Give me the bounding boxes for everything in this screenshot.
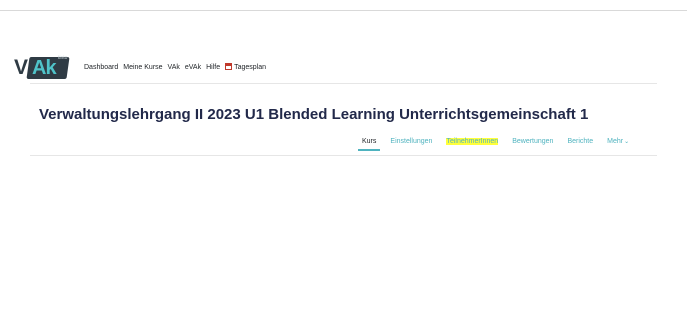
page-title: Verwaltungslehrgang II 2023 U1 Blended L… <box>39 106 589 123</box>
navbar-divider <box>30 83 657 84</box>
vak-logo[interactable]: V Ak tinto <box>14 55 70 80</box>
tab-mehr-label: Mehr <box>607 138 624 145</box>
nav-item-evak[interactable]: eVAk <box>185 64 201 71</box>
nav-item-hilfe[interactable]: Hilfe <box>206 64 220 71</box>
nav-item-tagesplan[interactable]: Tagesplan <box>225 63 266 71</box>
logo-letters-ak: Ak <box>32 57 57 79</box>
tab-bewertungen[interactable]: Bewertungen <box>512 137 553 151</box>
tab-mehr[interactable]: Mehr⌄ <box>607 137 629 151</box>
tab-berichte[interactable]: Berichte <box>567 137 593 151</box>
tab-berichte-label: Berichte <box>567 138 594 145</box>
logo-tag: tinto <box>58 55 68 61</box>
nav-item-vak[interactable]: VAk <box>168 64 180 71</box>
tab-bewertungen-label: Bewertungen <box>512 138 554 145</box>
tabs-divider <box>30 155 657 156</box>
top-divider <box>0 10 687 11</box>
tab-kurs-label: Kurs <box>362 138 377 145</box>
course-secondary-nav: Kurs Einstellungen TeilnehmerInnen Bewer… <box>357 137 643 155</box>
nav-item-tagesplan-label: Tagesplan <box>234 64 267 71</box>
nav-item-dashboard[interactable]: Dashboard <box>84 64 118 71</box>
nav-item-meine-kurse[interactable]: Meine Kurse <box>123 64 162 71</box>
primary-navbar: V Ak tinto Dashboard Meine Kurse VAk eVA… <box>0 54 687 84</box>
tab-einstellungen[interactable]: Einstellungen <box>390 137 432 151</box>
tab-einstellungen-label: Einstellungen <box>390 138 433 145</box>
logo-letter-v: V <box>14 56 28 79</box>
nav-links: Dashboard Meine Kurse VAk eVAk Hilfe Tag… <box>84 63 271 71</box>
tab-teilnehmerinnen[interactable]: TeilnehmerInnen <box>446 137 499 151</box>
tab-kurs[interactable]: Kurs <box>357 137 381 151</box>
tab-teilnehmerinnen-label: TeilnehmerInnen <box>446 138 499 145</box>
chevron-down-icon: ⌄ <box>624 139 630 145</box>
calendar-icon <box>225 63 233 70</box>
